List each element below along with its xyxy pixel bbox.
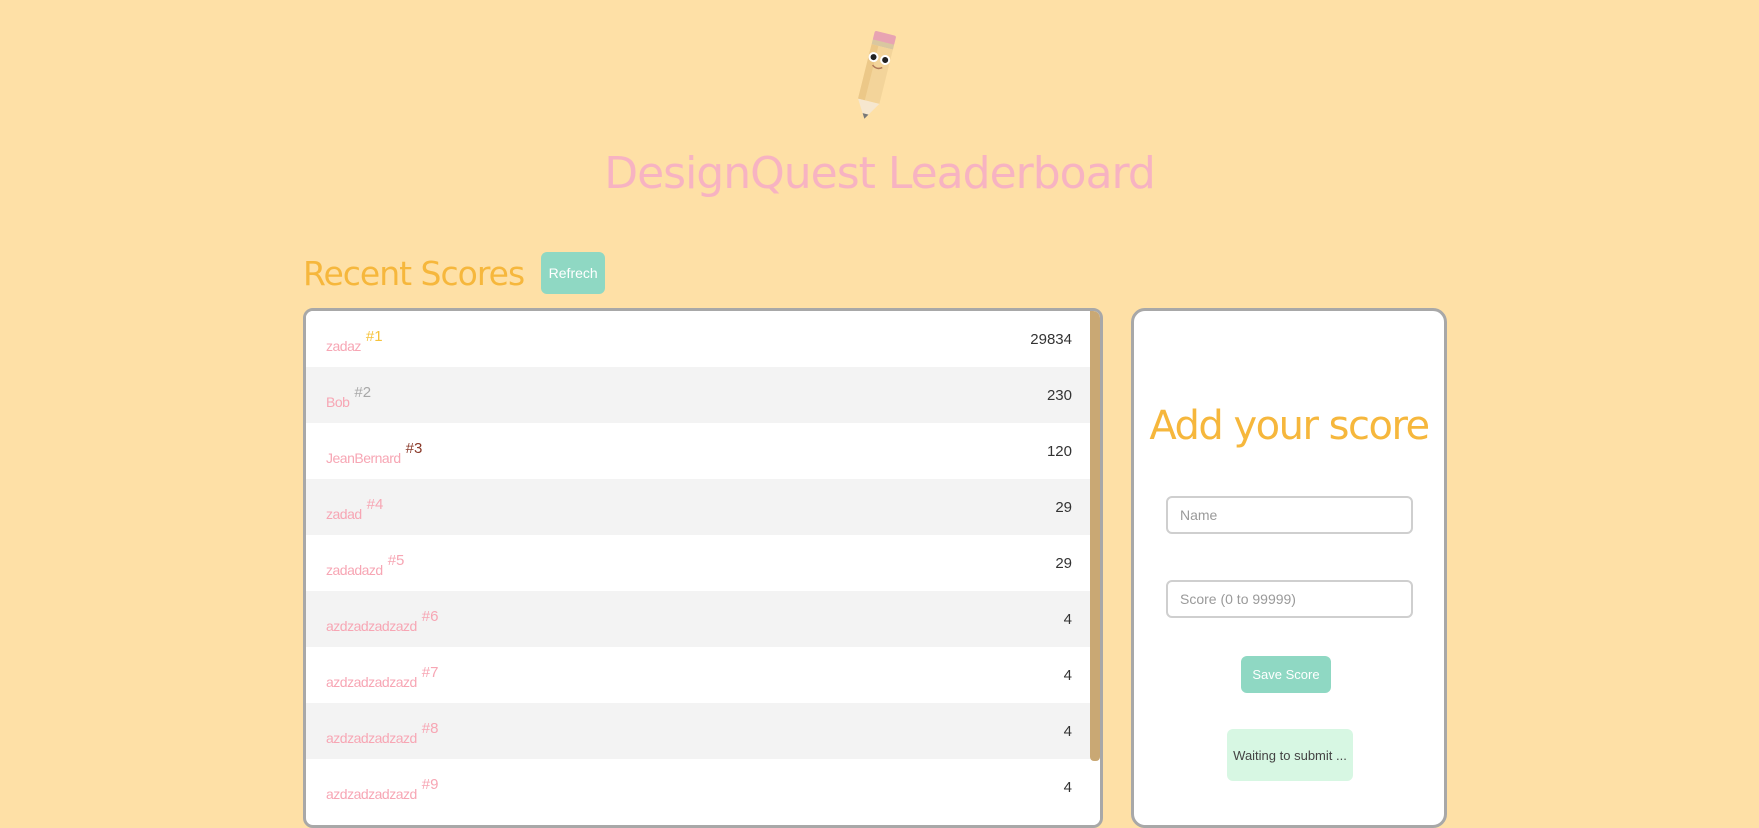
score-value: 4 — [1063, 722, 1072, 740]
player-name: zadad — [326, 506, 362, 522]
scrollbar-thumb[interactable] — [1090, 311, 1100, 761]
player-name: azdzadzadzazd — [326, 674, 417, 690]
score-row: zadadazd #5 29 — [306, 535, 1090, 591]
rank-badge: #7 — [421, 664, 439, 681]
rank-badge: #2 — [354, 384, 372, 401]
recent-scores-header: Recent Scores Refrech — [303, 252, 606, 294]
rank-badge: #6 — [421, 608, 439, 625]
player-cell: azdzadzadzazd #6 — [326, 604, 438, 634]
logo — [840, 28, 910, 124]
rank-badge: #1 — [365, 328, 383, 345]
recent-scores-title: Recent Scores — [303, 253, 525, 293]
score-value: 4 — [1063, 666, 1072, 684]
save-score-button[interactable]: Save Score — [1241, 656, 1331, 693]
status-message: Waiting to submit ... — [1227, 729, 1353, 781]
player-cell: azdzadzadzazd #9 — [326, 772, 438, 802]
player-cell: azdzadzadzazd #7 — [326, 660, 438, 690]
name-input[interactable] — [1166, 496, 1413, 534]
score-value: 29 — [1055, 498, 1072, 516]
add-score-title: Add your score — [1149, 403, 1430, 449]
player-cell: azdzadzadzazd #8 — [326, 716, 438, 746]
player-cell: zadadazd #5 — [326, 548, 404, 578]
add-score-panel: Add your score Save Score Waiting to sub… — [1131, 308, 1447, 828]
score-value: 230 — [1046, 386, 1072, 404]
player-name: azdzadzadzazd — [326, 786, 417, 802]
player-name: zadaz — [326, 338, 361, 354]
rank-badge: #9 — [421, 776, 439, 793]
score-row: azdzadzadzazd #8 4 — [306, 703, 1090, 759]
player-name: azdzadzadzazd — [326, 618, 417, 634]
score-value: 120 — [1046, 442, 1072, 460]
score-value: 4 — [1063, 778, 1072, 796]
rank-badge: #8 — [421, 720, 439, 737]
refresh-button[interactable]: Refrech — [541, 252, 606, 294]
player-cell: zadaz #1 — [326, 324, 383, 354]
scrollbar[interactable] — [1090, 311, 1100, 825]
score-row: azdzadzadzazd #6 4 — [306, 591, 1090, 647]
rank-badge: #3 — [405, 440, 423, 457]
score-row: zadad #4 29 — [306, 479, 1090, 535]
score-row: Bob #2 230 — [306, 367, 1090, 423]
score-row: azdzadzadzazd #7 4 — [306, 647, 1090, 703]
player-name: zadadazd — [326, 562, 383, 578]
score-input[interactable] — [1166, 580, 1413, 618]
scores-list: zadaz #1 29834 Bob #2 230 JeanBernard #3 120 zada… — [306, 311, 1090, 815]
score-row: zadaz #1 29834 — [306, 311, 1090, 367]
player-name: azdzadzadzazd — [326, 730, 417, 746]
player-name: Bob — [326, 394, 350, 410]
score-value: 29 — [1055, 554, 1072, 572]
score-row: JeanBernard #3 120 — [306, 423, 1090, 479]
player-cell: Bob #2 — [326, 380, 371, 410]
rank-badge: #4 — [366, 496, 384, 513]
player-name: JeanBernard — [326, 450, 401, 466]
score-value: 4 — [1063, 610, 1072, 628]
scores-panel[interactable]: zadaz #1 29834 Bob #2 230 JeanBernard #3 120 zada… — [303, 308, 1103, 828]
rank-badge: #5 — [387, 552, 405, 569]
score-row: azdzadzadzazd #9 4 — [306, 759, 1090, 815]
page-title: DesignQuest Leaderboard — [604, 148, 1156, 199]
pencil-mascot-icon — [858, 31, 896, 119]
player-cell: JeanBernard #3 — [326, 436, 422, 466]
player-cell: zadad #4 — [326, 492, 383, 522]
score-value: 29834 — [1030, 330, 1072, 348]
